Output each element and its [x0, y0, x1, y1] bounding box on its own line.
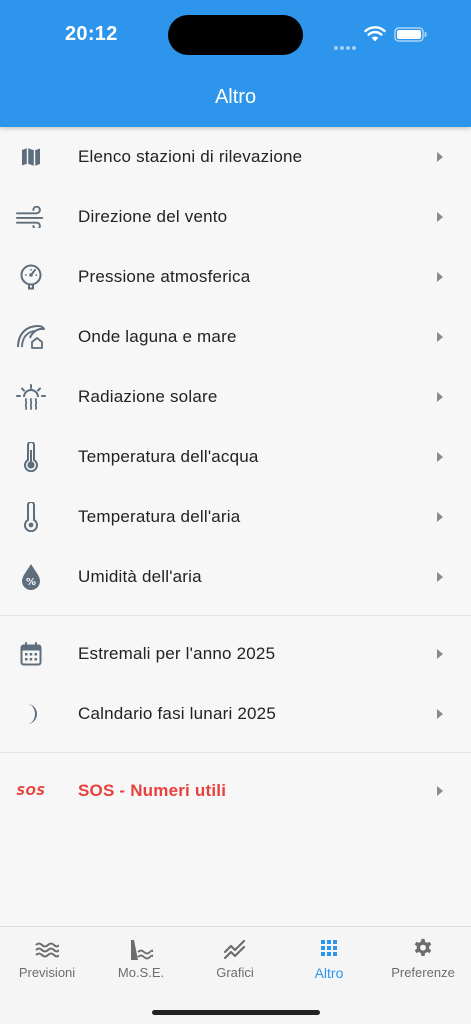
- sos-icon-text: SOS: [16, 784, 46, 798]
- menu-item-stations[interactable]: Elenco stazioni di rilevazione: [0, 127, 471, 187]
- tab-altro[interactable]: Altro: [282, 927, 376, 989]
- app-header: 20:12 Altro: [0, 0, 471, 127]
- calendar-icon: [16, 639, 46, 669]
- tab-previsioni[interactable]: Previsioni: [0, 927, 94, 989]
- menu-item-label: Estremali per l'anno 2025: [78, 644, 276, 663]
- menu-item-yearly-extremes[interactable]: Estremali per l'anno 2025: [0, 624, 471, 684]
- tab-label: Preferenze: [391, 965, 455, 980]
- chevron-right-icon: [437, 709, 443, 719]
- menu-item-solar-radiation[interactable]: Radiazione solare: [0, 367, 471, 427]
- svg-text:%: %: [26, 577, 36, 588]
- water-thermometer-icon: [16, 442, 46, 472]
- menu-item-label: Umidità dell'aria: [78, 567, 202, 586]
- chevron-right-icon: [437, 332, 443, 342]
- moon-icon: [16, 699, 46, 729]
- tab-mose[interactable]: Mo.S.E.: [94, 927, 188, 989]
- battery-icon: [394, 27, 427, 42]
- wave-icon: [16, 322, 46, 352]
- gear-icon: [414, 938, 432, 956]
- chevron-right-icon: [437, 649, 443, 659]
- section-divider: [0, 615, 471, 616]
- map-icon: [16, 142, 46, 172]
- tab-label: Previsioni: [18, 965, 76, 980]
- menu-item-humidity[interactable]: % Umidità dell'aria: [0, 547, 471, 607]
- menu-item-label: Direzione del vento: [78, 207, 228, 226]
- tab-grafici[interactable]: Grafici: [188, 927, 282, 989]
- chevron-right-icon: [437, 512, 443, 522]
- chevron-right-icon: [437, 786, 443, 796]
- dynamic-island: [168, 15, 303, 55]
- chart-line-icon: [223, 939, 246, 960]
- waves-icon: [35, 942, 59, 958]
- wind-icon: [16, 202, 46, 232]
- menu-item-label: Onde laguna e mare: [78, 327, 237, 346]
- menu-item-label: Temperatura dell'aria: [78, 507, 241, 526]
- menu-item-label: Radiazione solare: [78, 387, 218, 406]
- chevron-right-icon: [437, 212, 443, 222]
- menu-item-pressure[interactable]: Pressione atmosferica: [0, 247, 471, 307]
- menu-item-waves[interactable]: Onde laguna e mare: [0, 307, 471, 367]
- menu-item-sos[interactable]: SOS SOS - Numeri utili: [0, 761, 471, 821]
- menu-item-label: Calndario fasi lunari 2025: [78, 704, 276, 723]
- menu-item-moon-calendar[interactable]: Calndario fasi lunari 2025: [0, 684, 471, 744]
- tab-label: Altro: [314, 965, 344, 981]
- menu-item-air-temperature[interactable]: Temperatura dell'aria: [0, 487, 471, 547]
- chevron-right-icon: [437, 572, 443, 582]
- screen: 20:12 Altro Elenco stazioni di rilevazio…: [0, 0, 471, 1024]
- chevron-right-icon: [437, 152, 443, 162]
- home-indicator[interactable]: [152, 1010, 320, 1015]
- wifi-icon: [364, 26, 386, 42]
- menu-item-label: Temperatura dell'acqua: [78, 447, 259, 466]
- tab-label: Grafici: [216, 965, 254, 980]
- menu-item-label: Pressione atmosferica: [78, 267, 251, 286]
- gauge-icon: [16, 262, 46, 292]
- page-title: Altro: [214, 86, 257, 108]
- tab-label: Mo.S.E.: [117, 965, 165, 980]
- thermometer-icon: [16, 502, 46, 532]
- tab-preferenze[interactable]: Preferenze: [376, 927, 470, 989]
- section-divider: [0, 752, 471, 753]
- sun-heat-icon: [16, 382, 46, 412]
- menu-item-label: Elenco stazioni di rilevazione: [78, 147, 303, 166]
- grid-icon: [321, 940, 337, 956]
- chevron-right-icon: [437, 392, 443, 402]
- menu-list: Elenco stazioni di rilevazione Direzione…: [0, 127, 471, 821]
- humidity-drop-icon: %: [16, 562, 46, 592]
- menu-item-label: SOS - Numeri utili: [78, 781, 227, 800]
- chevron-right-icon: [437, 452, 443, 462]
- chevron-right-icon: [437, 272, 443, 282]
- dam-icon: [131, 940, 153, 960]
- sos-icon: SOS: [16, 776, 46, 806]
- status-time: 20:12: [65, 23, 118, 45]
- signal-icon: [334, 37, 358, 50]
- menu-item-wind[interactable]: Direzione del vento: [0, 187, 471, 247]
- menu-item-water-temperature[interactable]: Temperatura dell'acqua: [0, 427, 471, 487]
